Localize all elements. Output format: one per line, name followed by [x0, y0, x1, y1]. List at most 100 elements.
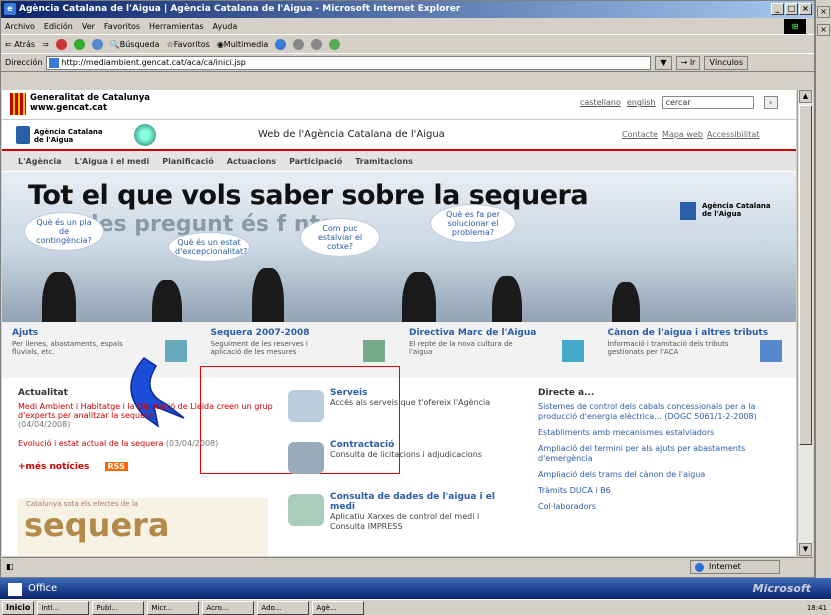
actualitat-column: Actualitat Medi Ambient i Habitatge i la…: [18, 388, 278, 472]
banner-aca-logo: Agència Catalana de l'Aigua: [680, 202, 771, 220]
refresh-icon[interactable]: [73, 38, 85, 50]
nav-participacio[interactable]: Participació: [289, 157, 342, 166]
news-link-1[interactable]: Medi Ambient i Habitatge i la Diputació …: [18, 402, 278, 420]
print-icon[interactable]: [311, 38, 323, 50]
consulta-icon: [288, 494, 324, 526]
card-directiva[interactable]: Directiva Marc de l'Aigua El repte de la…: [399, 322, 598, 378]
service-desc: Consulta de licitacions i adjudicacions: [330, 450, 482, 459]
gencat-url: www.gencat.cat: [30, 103, 108, 113]
favorites-button[interactable]: ☆Favoritos: [167, 40, 210, 49]
directiva-icon: [561, 340, 584, 362]
directe-link[interactable]: Establiments amb mecanismes estalviadors: [538, 428, 778, 438]
question-bubble: Què és un estat d'excepcionalitat?: [168, 232, 250, 262]
service-desc: Accés als serveis que t'ofereix l'Agènci…: [330, 398, 491, 407]
taskbar-button[interactable]: Ado...: [257, 600, 310, 615]
news-link-2[interactable]: Evolució i estat actual de la sequera: [18, 439, 163, 448]
canon-icon: [760, 340, 782, 362]
address-url: http://mediambient.gencat.cat/aca/ca/ini…: [61, 57, 246, 67]
page-icon: [49, 57, 60, 68]
taskbar-button[interactable]: Agè...: [312, 600, 365, 615]
taskbar-button[interactable]: Intl...: [37, 600, 90, 615]
contacte-link[interactable]: Contacte: [622, 130, 658, 139]
background-close-button[interactable]: ×: [817, 6, 830, 18]
menu-ayuda[interactable]: Ayuda: [213, 22, 238, 31]
accessibilitat-link[interactable]: Accessibilitat: [707, 130, 760, 139]
serveis-icon: [288, 390, 324, 422]
service-serveis[interactable]: Serveis Accés als serveis que t'ofereix …: [286, 388, 508, 426]
nav-planificacio[interactable]: Planificació: [162, 157, 214, 166]
directe-link[interactable]: Tràmits DUCA i B6: [538, 486, 778, 496]
taskbar-button[interactable]: Publ...: [92, 600, 145, 615]
more-news-link[interactable]: +més notícies: [18, 462, 89, 472]
history-icon[interactable]: [275, 38, 287, 50]
service-consulta-dades[interactable]: Consulta de dades de l'aigua i el medi A…: [286, 492, 508, 532]
rss-button[interactable]: RSS: [104, 462, 128, 471]
forward-button[interactable]: ⇒: [42, 40, 49, 49]
gencat-title: Generalitat de Catalunya: [30, 93, 151, 103]
nav-tramitacions[interactable]: Tramitacions: [355, 157, 413, 166]
gencat-header: Generalitat de Catalunya www.gencat.cat …: [2, 90, 796, 120]
gencat-logo-icon: [10, 93, 26, 115]
back-label: Atrás: [14, 39, 36, 49]
links-button[interactable]: Vínculos: [704, 55, 748, 70]
service-contractacio[interactable]: Contractació Consulta de licitacions i a…: [286, 440, 508, 478]
gencat-name[interactable]: Generalitat de Catalunya www.gencat.cat: [30, 93, 150, 113]
go-label: Ir: [689, 57, 696, 67]
directe-link[interactable]: Sistemes de control dels cabals concessi…: [538, 402, 778, 422]
card-title: Ajuts: [12, 328, 39, 338]
menu-ver[interactable]: Ver: [82, 22, 95, 31]
address-dropdown[interactable]: ▼: [655, 55, 672, 70]
sequera-promo[interactable]: Catalunya sota els efectes de la sequera: [18, 498, 268, 556]
go-button[interactable]: → Ir: [675, 55, 701, 70]
nav-aigua-medi[interactable]: L'Aigua i el medi: [74, 157, 149, 166]
service-title: Serveis: [330, 388, 368, 398]
card-title: Sequera 2007-2008: [210, 328, 310, 338]
office-bar: Office Microsoft: [0, 578, 831, 599]
gencat-search-input[interactable]: cercar: [661, 96, 754, 109]
multimedia-label: Multimedia: [223, 39, 269, 49]
scroll-up-icon[interactable]: ▲: [799, 90, 812, 103]
scroll-thumb[interactable]: [799, 105, 812, 445]
start-button[interactable]: Inicio: [2, 600, 35, 615]
card-canon[interactable]: Cànon de l'aigua i altres tributs Inform…: [598, 322, 797, 378]
edit-icon[interactable]: [329, 38, 341, 50]
menu-favoritos[interactable]: Favoritos: [104, 22, 140, 31]
service-desc: Aplicatiu Xarxes de control del medi i C…: [330, 512, 480, 531]
scroll-down-icon[interactable]: ▼: [799, 543, 812, 556]
windows-logo-icon: ⊞: [784, 19, 806, 34]
menu-herramientas[interactable]: Herramientas: [149, 22, 204, 31]
directe-link[interactable]: Ampliació del termini per als ajuts per …: [538, 444, 778, 464]
stop-icon[interactable]: [55, 38, 67, 50]
mail-icon[interactable]: [293, 38, 305, 50]
mapa-web-link[interactable]: Mapa web: [662, 130, 703, 139]
nav-agencia[interactable]: L'Agència: [18, 157, 61, 166]
multimedia-button[interactable]: ◉Multimedia: [217, 40, 268, 49]
aca-name[interactable]: Agència Catalana de l'Aigua: [34, 128, 103, 144]
banner-aca-line1: Agència Catalana: [702, 202, 771, 210]
gencat-search-button[interactable]: ›: [763, 96, 778, 109]
news-date-1: (04/04/2008): [18, 420, 71, 429]
sequera-icon: [363, 340, 385, 362]
question-bubble: Què es fa per solucionar el problema?: [430, 204, 516, 243]
directe-link[interactable]: Col·laboradors: [538, 502, 778, 512]
taskbar-button[interactable]: Micr...: [147, 600, 200, 615]
office-label[interactable]: Office: [8, 583, 57, 596]
address-input[interactable]: http://mediambient.gencat.cat/aca/ca/ini…: [46, 55, 652, 70]
lang-english-link[interactable]: english: [627, 98, 656, 107]
lang-castellano-link[interactable]: castellano: [580, 98, 621, 107]
taskbar-button[interactable]: Acro...: [202, 600, 255, 615]
maximize-button[interactable]: □: [785, 3, 798, 15]
background-close-button-2[interactable]: ×: [817, 24, 830, 36]
search-button[interactable]: 🔍Búsqueda: [110, 40, 160, 49]
minimize-button[interactable]: _: [771, 3, 784, 15]
close-button[interactable]: ×: [799, 3, 812, 15]
menu-edicion[interactable]: Edición: [44, 22, 73, 31]
microsoft-brand: Microsoft: [752, 582, 811, 595]
vertical-scrollbar[interactable]: ▲ ▼: [797, 90, 813, 556]
back-button[interactable]: ⇐ Atrás: [5, 40, 35, 49]
nav-actuacions[interactable]: Actuacions: [227, 157, 276, 166]
home-icon[interactable]: [91, 38, 103, 50]
menu-archivo[interactable]: Archivo: [5, 22, 35, 31]
card-title: Directiva Marc de l'Aigua: [409, 328, 537, 338]
directe-link[interactable]: Ampliació dels trams del cànon de l'aigu…: [538, 470, 778, 480]
